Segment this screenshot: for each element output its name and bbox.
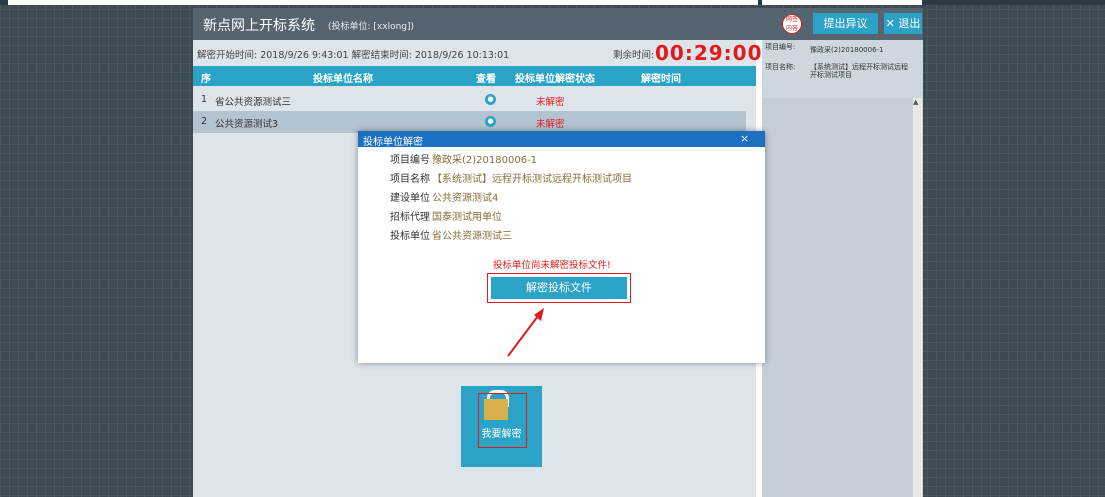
col-view: 查看 [476,74,496,85]
seal-text: 网签 内容 [785,16,798,32]
field-agent: 招标代理 国泰测试用单位 [390,208,502,223]
decrypt-button[interactable]: 解密投标文件 [491,277,627,299]
project-content [762,98,913,497]
decrypt-times: 解密开始时间: 2018/9/26 9:43:01 解密结束时间: 2018/9… [197,50,510,61]
app-header: 新点网上开标系统 (投标单位: [xxlong]) 网签 内容 提出异议 ✕ 退… [193,8,923,40]
field-value: 【系统测试】远程开标测试远程开标测试项目 [432,174,632,185]
row-status: 未解密 [536,119,565,130]
seal-icon: 网签 内容 [782,14,802,34]
user-icon[interactable]: ● [485,116,496,127]
field-owner: 建设单位 公共资源测试4 [390,189,498,204]
highlight-box [478,393,527,448]
bidder-unit: (投标单位: [xxlong]) [328,22,415,32]
field-project-no: 项目编号 豫政采(2)20180006-1 [390,151,537,166]
field-bidder: 投标单位 省公共资源测试三 [390,227,512,242]
chevron-up-icon[interactable]: ▲ [913,98,918,106]
proj-no-label: 项目编号: [765,43,796,51]
scrollbar[interactable] [913,98,922,497]
top-strip [0,0,1105,5]
row-status: 未解密 [536,97,565,108]
unlock-button[interactable]: 我要解密 [461,386,542,467]
row-name: 公共资源测试3 [215,119,279,130]
row-name: 省公共资源测试三 [215,97,292,108]
field-value: 豫政采(2)20180006-1 [432,155,538,166]
decrypt-highlight: 解密投标文件 [487,273,631,303]
time-bar: 解密开始时间: 2018/9/26 9:43:01 解密结束时间: 2018/9… [193,40,762,66]
remaining-time: 00:29:00 [655,41,763,65]
col-status: 投标单位解密状态 [515,74,595,85]
exit-button[interactable]: ✕ 退出 [884,13,922,34]
app-window: 新点网上开标系统 (投标单位: [xxlong]) 网签 内容 提出异议 ✕ 退… [193,8,923,497]
close-icon[interactable]: × [740,132,749,145]
col-name: 投标单位名称 [313,74,373,85]
field-label: 招标代理 [390,212,430,223]
project-panel: 项目编号: 豫政采(2)20180006-1 项目名称: 【系统测试】远程开标测… [762,40,923,497]
table-row[interactable]: 2 公共资源测试3 ● 未解密 [193,111,746,133]
remaining-label: 剩余时间: [613,50,655,61]
field-label: 建设单位 [390,193,430,204]
field-label: 项目名称 [390,174,430,185]
field-project-name: 项目名称 【系统测试】远程开标测试远程开标测试项目 [390,170,632,185]
proj-no: 豫政采(2)20180006-1 [810,46,884,54]
row-seq: 2 [201,116,208,127]
warning-text: 投标单位尚未解密投标文件! [493,260,611,271]
table-row[interactable]: 1 省公共资源测试三 ● 未解密 [193,89,746,111]
objection-button[interactable]: 提出异议 [813,13,878,34]
field-value: 省公共资源测试三 [432,231,512,242]
top-input-left [8,0,758,5]
dialog-title: 投标单位解密 [363,137,423,148]
col-time: 解密时间 [641,74,681,85]
proj-name-label: 项目名称: [765,63,796,71]
user-icon[interactable]: ● [485,94,496,105]
decrypt-dialog: 投标单位解密 × 项目编号 豫政采(2)20180006-1 项目名称 【系统测试】… [358,131,765,363]
field-value: 国泰测试用单位 [432,212,502,223]
proj-name: 【系统测试】远程开标测试远程开标测试项目 [810,63,908,79]
app-title: 新点网上开标系统 [203,18,315,34]
field-label: 投标单位 [390,231,430,242]
row-seq: 1 [201,94,208,105]
top-input-right [762,0,922,5]
col-seq: 序 [201,74,211,85]
dialog-header: 投标单位解密 × [358,131,765,148]
field-value: 公共资源测试4 [432,193,499,204]
field-label: 项目编号 [390,155,430,166]
table-header: 序 投标单位名称 查看 投标单位解密状态 解密时间 [193,66,756,86]
